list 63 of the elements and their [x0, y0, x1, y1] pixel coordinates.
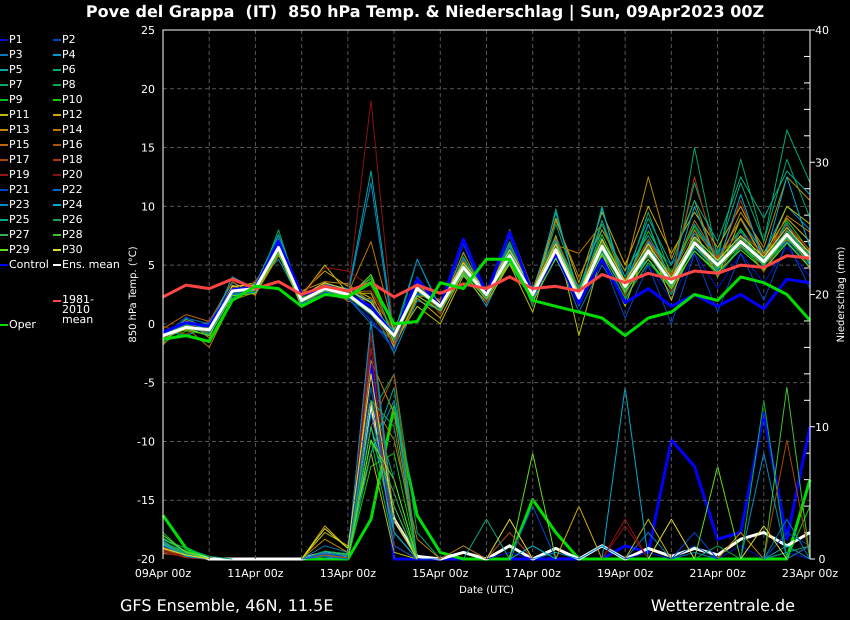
source-label: GFS Ensemble, 46N, 11.5E	[120, 596, 334, 614]
axis-tick-label: 5	[148, 259, 155, 272]
legend-label: P14	[62, 123, 83, 136]
legend-label: P11	[9, 108, 30, 121]
axis-title: 850 hPa Temp. (°C)	[128, 246, 139, 343]
legend-label: P25	[9, 213, 30, 226]
axis-tick-label: 10	[141, 200, 155, 214]
axis-tick-label: 15Apr 00z	[412, 567, 468, 580]
axis-tick-label: -10	[137, 435, 155, 448]
axis-tick-label: 10	[815, 420, 829, 434]
legend-label: P13	[9, 123, 30, 136]
chart-title: Pove del Grappa (IT) 850 hPa Temp. & Niederschlag | Sun, 09Apr2023 00Z	[84, 1, 766, 23]
legend-label: Oper	[9, 318, 36, 331]
legend-label: P24	[62, 198, 83, 211]
legend-label: P19	[9, 168, 30, 181]
legend-label: P2	[62, 33, 76, 46]
axis-tick-label: 09Apr 00z	[134, 567, 192, 580]
axis-tick-label: -20	[137, 553, 155, 566]
legend-label: P4	[62, 48, 76, 61]
axis-tick-label: -5	[144, 376, 155, 390]
legend-label: P15	[9, 138, 30, 151]
axis-tick-label: 20	[141, 82, 155, 96]
legend-label: P9	[9, 93, 23, 106]
legend-label: P27	[9, 228, 30, 241]
legend-label: P12	[62, 108, 83, 121]
legend-label: P17	[9, 153, 30, 166]
legend-label: P21	[9, 183, 30, 196]
legend-label: P29	[9, 243, 30, 256]
axis-title: Niederschlag (mm)	[836, 246, 847, 342]
legend-label: P23	[9, 198, 30, 211]
axis-tick-label: 40	[815, 24, 829, 37]
axis-tick-label: 13Apr 00z	[320, 567, 376, 580]
legend-label: P26	[62, 213, 83, 226]
legend-label: P10	[62, 93, 83, 106]
axis-tick-label: 15	[141, 142, 155, 155]
axis-title: Date (UTC)	[459, 585, 514, 594]
legend-label: Ens. mean	[62, 258, 120, 271]
legend-label: P8	[62, 78, 76, 91]
axis-tick-label: 19Apr 00z	[597, 567, 654, 580]
legend-label: P30	[62, 243, 83, 256]
axis-tick-label: 11Apr 00z	[227, 567, 284, 580]
axis-tick-label: 20	[815, 288, 829, 302]
legend-label: P18	[62, 153, 83, 166]
axis-tick-label: 0	[148, 318, 155, 331]
legend-label: P28	[62, 228, 83, 241]
legend-label: P16	[62, 138, 83, 151]
legend-label: Control	[9, 258, 49, 271]
legend-label: P5	[9, 63, 23, 76]
legend-label: P6	[62, 63, 76, 76]
axis-tick-label: -15	[137, 494, 155, 508]
legend-label: P22	[62, 183, 83, 196]
axis-tick-label: 23Apr 00z	[782, 567, 838, 580]
site-label: Wetterzentrale.de	[650, 596, 795, 614]
axis-tick-label: 17Apr 00z	[504, 567, 561, 580]
axis-tick-label: 30	[815, 156, 829, 170]
legend-label: P20	[62, 168, 83, 181]
axis-tick-label: 21Apr 00z	[689, 567, 746, 580]
legend-label: P3	[9, 48, 23, 61]
legend-label: P7	[9, 78, 23, 91]
legend-label: P1	[9, 33, 23, 46]
axis-tick-label: 25	[141, 24, 155, 37]
axis-tick-label: 0	[818, 553, 826, 566]
legend-label: 1981-2010 mean	[62, 295, 95, 325]
